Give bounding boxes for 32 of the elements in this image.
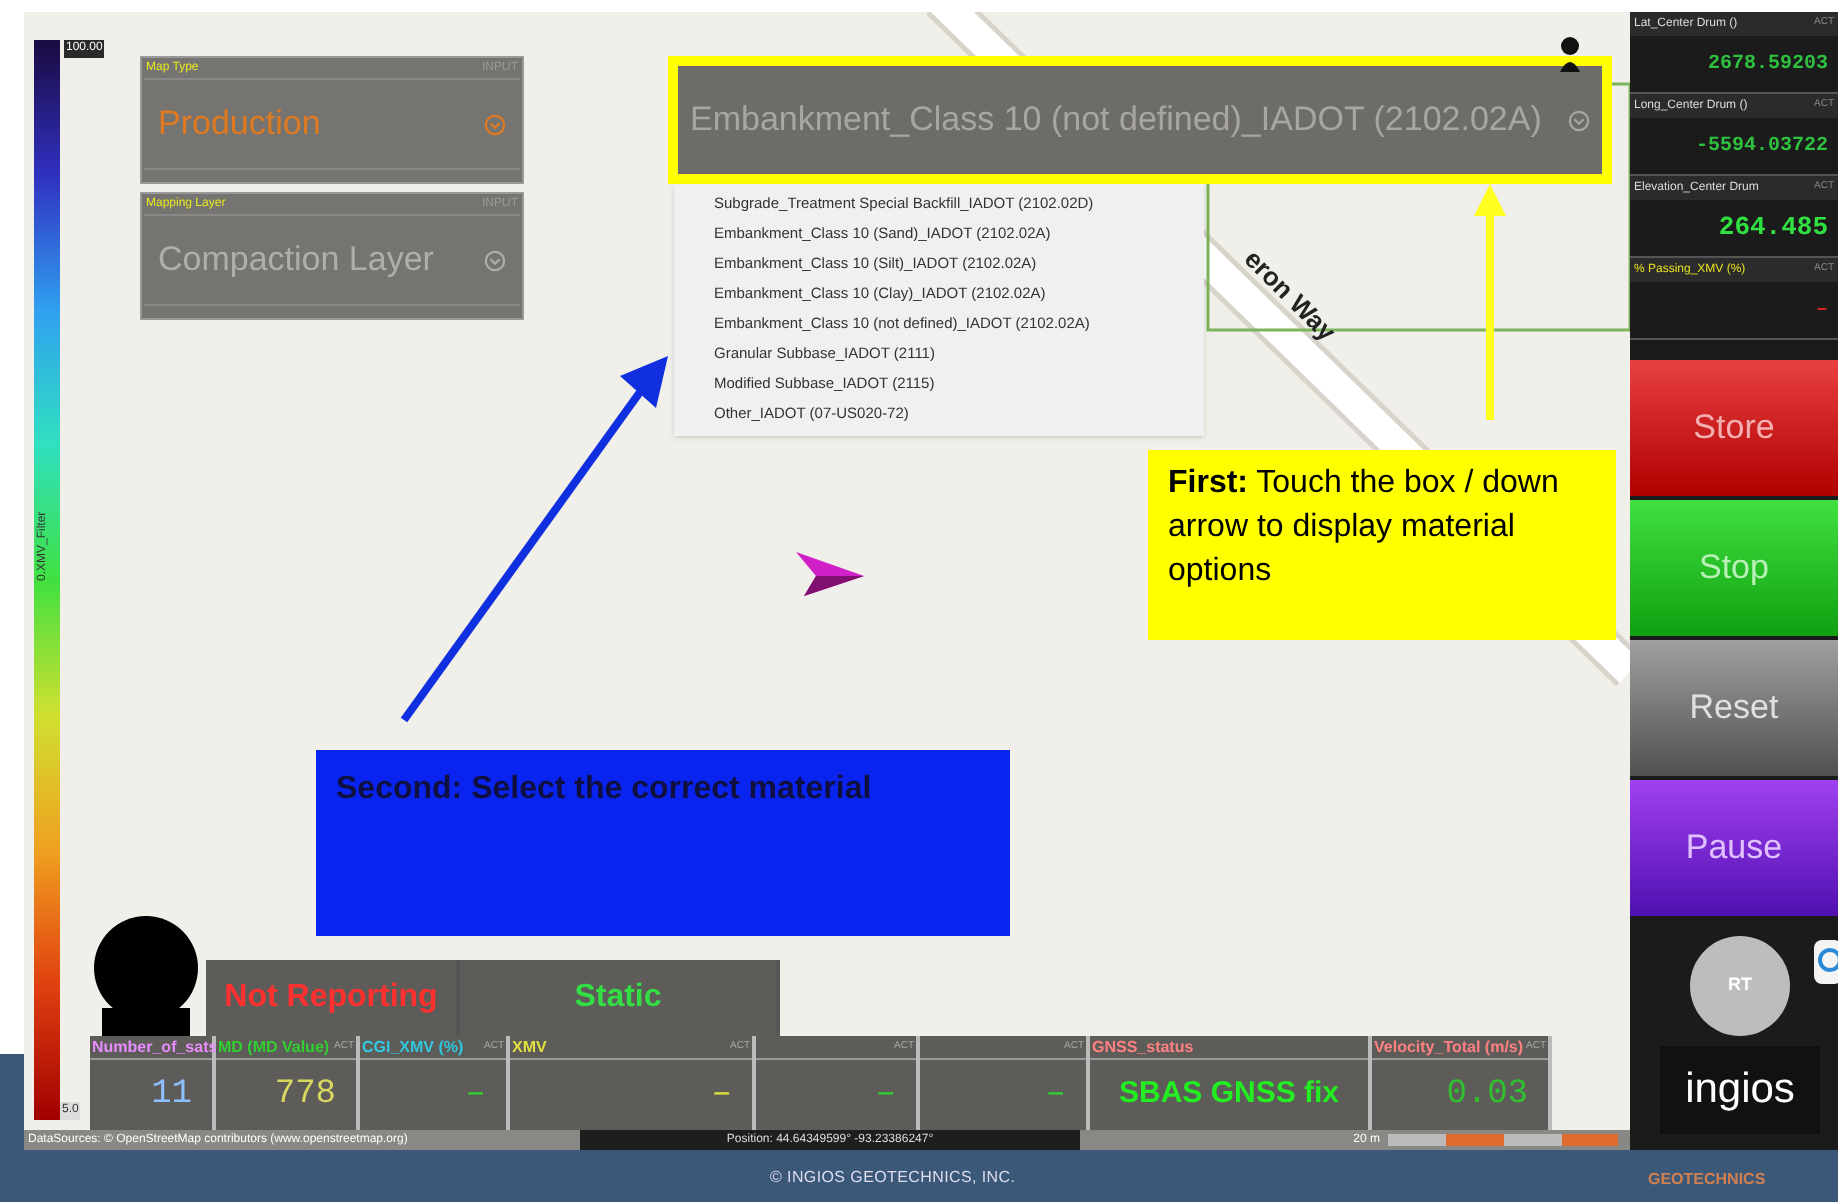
- tile-value: –: [875, 1073, 896, 1118]
- tile-value: 11: [151, 1073, 192, 1118]
- cursor-arrow-icon: [796, 552, 864, 596]
- instruction-callout: Second: Select the correct material: [316, 750, 1010, 936]
- chevron-down-icon: [484, 113, 506, 135]
- logo-subtitle: GEOTECHNICS: [1648, 1168, 1766, 1192]
- tile-value: 778: [274, 1073, 336, 1118]
- person-marker-icon: [1558, 36, 1582, 76]
- tile-value: –: [711, 1073, 732, 1118]
- tile-value: 0.03: [1446, 1073, 1528, 1118]
- tile-value: –: [1045, 1073, 1066, 1118]
- copyright-text: © INGIOS GEOTECHNICS, INC.: [770, 1166, 1016, 1190]
- readout-value: –: [1815, 297, 1828, 325]
- tile-value: SBAS GNSS fix: [1118, 1074, 1340, 1115]
- readout-value: 2678.59203: [1707, 51, 1828, 79]
- action-button[interactable]: Pause: [1630, 780, 1838, 916]
- readout-value: 264.485: [1718, 210, 1828, 247]
- tile-label: MD (MD Value): [218, 1038, 330, 1056]
- status-text: Static: [574, 978, 662, 1018]
- tile-label: Velocity_Total (m/s): [1374, 1038, 1524, 1056]
- roller-marker-icon: [90, 916, 202, 1036]
- chevron-down-icon: [484, 249, 506, 271]
- tile-label: GNSS_status: [1092, 1038, 1194, 1056]
- tile-label: CGI_XMV (%): [362, 1038, 464, 1056]
- readout-value: -5594.03722: [1695, 133, 1828, 161]
- tile-label: XMV: [512, 1038, 547, 1056]
- logo-text: ingios: [1685, 1064, 1795, 1117]
- app-icon: [1814, 940, 1838, 984]
- status-text: Not Reporting: [224, 978, 438, 1018]
- chevron-down-icon: [1568, 109, 1590, 131]
- instruction-callout: First: Touch the box / down arrow to display material options: [1148, 450, 1616, 640]
- tile-value: –: [465, 1073, 486, 1118]
